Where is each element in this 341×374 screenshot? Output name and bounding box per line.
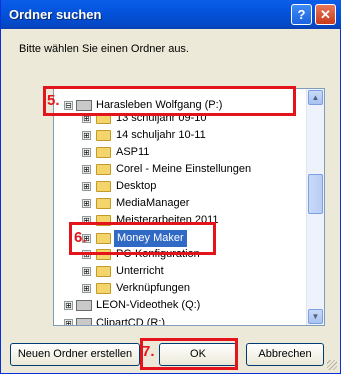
- step-6-highlight: [69, 222, 216, 255]
- scroll-down-icon[interactable]: ▼: [308, 309, 323, 324]
- tree-item-label: Unterricht: [116, 265, 164, 277]
- step-5-label: 5.: [47, 92, 60, 109]
- tree-item-drive-r[interactable]: ⊞ ClipartCD (R:): [54, 315, 309, 326]
- expand-icon[interactable]: ⊞: [82, 267, 91, 276]
- folder-dialog: Ordner suchen ? ✕ Bitte wählen Sie einen…: [0, 0, 341, 374]
- expand-icon[interactable]: ⊞: [64, 301, 73, 310]
- tree-item-drive-q[interactable]: ⊞ LEON-Videothek (Q:): [54, 297, 309, 314]
- step-7-label: 7.: [142, 343, 155, 360]
- expand-icon[interactable]: ⊞: [82, 131, 91, 140]
- cancel-button[interactable]: Abbrechen: [246, 343, 324, 366]
- expand-icon[interactable]: ⊞: [82, 148, 91, 157]
- tree-item-label: LEON-Videothek (Q:): [96, 299, 201, 311]
- tree-item-label: Verknüpfungen: [116, 282, 191, 294]
- step-5-highlight: [43, 86, 296, 116]
- scroll-up-icon[interactable]: ▲: [308, 90, 323, 105]
- folder-icon: [96, 198, 111, 209]
- tree-item-label: ASP11: [116, 146, 150, 158]
- tree-scrollbar[interactable]: ▲ ▼: [306, 89, 324, 325]
- folder-icon: [96, 283, 111, 294]
- tree-item-label: 14 schuljahr 10-11: [116, 129, 206, 141]
- resize-grip-icon[interactable]: [327, 360, 337, 370]
- folder-icon: [96, 164, 111, 175]
- close-button[interactable]: ✕: [315, 4, 336, 25]
- tree-item-label: ClipartCD (R:): [96, 317, 166, 326]
- expand-icon[interactable]: ⊞: [82, 284, 91, 293]
- scroll-thumb[interactable]: [308, 174, 323, 214]
- tree-item-folder[interactable]: ⊞ Corel - Meine Einstellungen: [54, 161, 309, 178]
- tree-item-folder[interactable]: ⊞ Verknüpfungen: [54, 280, 309, 297]
- tree-item-folder[interactable]: ⊞ Desktop: [54, 178, 309, 195]
- expand-icon[interactable]: ⊞: [64, 319, 73, 325]
- expand-icon[interactable]: ⊞: [82, 165, 91, 174]
- instruction-text: Bitte wählen Sie einen Ordner aus.: [19, 43, 189, 55]
- step-6-label: 6.: [74, 229, 87, 246]
- help-button[interactable]: ?: [291, 4, 312, 25]
- folder-icon: [96, 181, 111, 192]
- drive-icon: [76, 318, 92, 325]
- new-folder-button[interactable]: Neuen Ordner erstellen: [10, 343, 140, 366]
- tree-item-folder[interactable]: ⊞ 14 schuljahr 10-11: [54, 127, 309, 144]
- expand-icon[interactable]: ⊞: [82, 182, 91, 191]
- folder-icon: [96, 130, 111, 141]
- folder-tree[interactable]: ⊟ Harasleben Wolfgang (P:) ⊞ 13 schuljah…: [53, 88, 325, 326]
- tree-item-label: MediaManager: [116, 197, 190, 209]
- tree-item-folder[interactable]: ⊞ ASP11: [54, 144, 309, 161]
- title-bar[interactable]: Ordner suchen ? ✕: [1, 0, 341, 29]
- tree-item-folder[interactable]: ⊞ MediaManager: [54, 195, 309, 212]
- expand-icon[interactable]: ⊞: [82, 199, 91, 208]
- tree-item-label: Desktop: [116, 180, 157, 192]
- tree-item-label: Corel - Meine Einstellungen: [116, 163, 252, 175]
- drive-icon: [76, 300, 92, 311]
- folder-icon: [96, 147, 111, 158]
- step-7-highlight: [140, 338, 238, 370]
- folder-icon: [96, 266, 111, 277]
- window-title: Ordner suchen: [9, 7, 102, 22]
- tree-item-folder[interactable]: ⊞ Unterricht: [54, 263, 309, 280]
